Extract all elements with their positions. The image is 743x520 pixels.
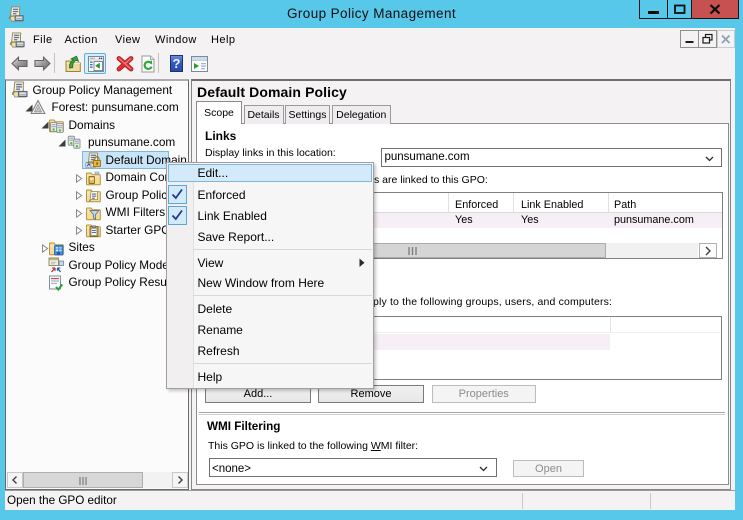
svg-text:?: ? <box>173 56 181 71</box>
